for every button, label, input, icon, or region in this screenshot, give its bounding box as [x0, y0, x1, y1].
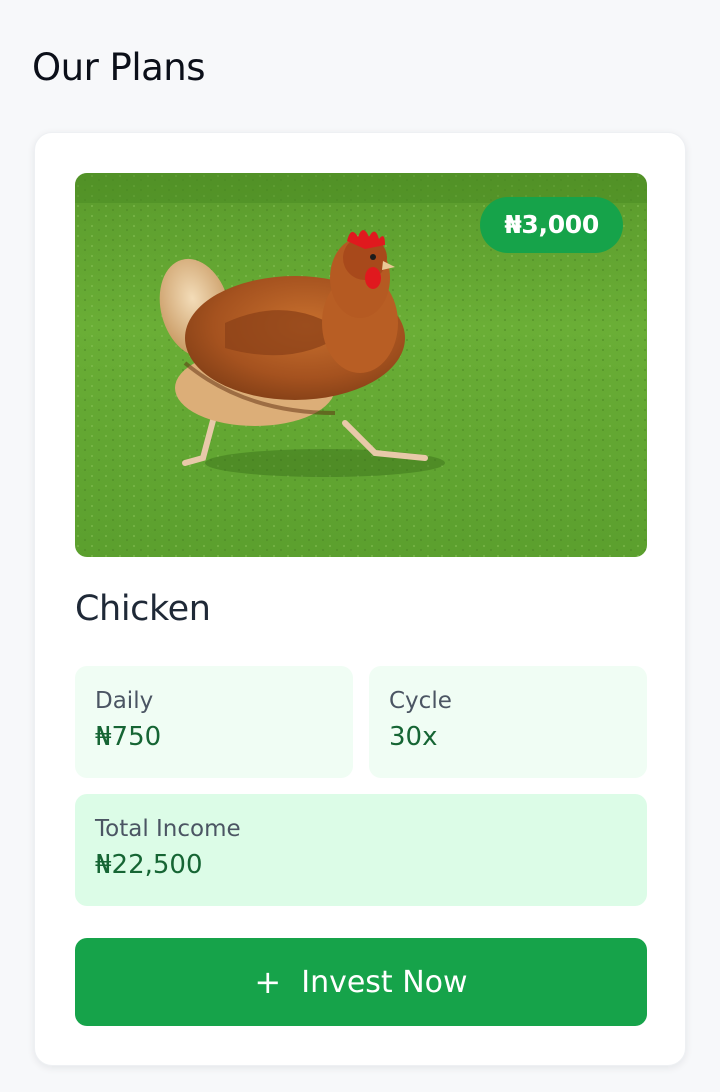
cycle-stat: Cycle 30x	[369, 666, 647, 778]
plan-card: ₦3,000 Chicken Daily ₦750 Cycle 30x Tota…	[34, 132, 686, 1066]
price-badge: ₦3,000	[480, 197, 623, 253]
total-income-label: Total Income	[95, 816, 241, 842]
cycle-label: Cycle	[389, 688, 452, 714]
plan-name: Chicken	[75, 589, 211, 629]
daily-stat: Daily ₦750	[75, 666, 353, 778]
invest-now-button[interactable]: + Invest Now	[75, 938, 647, 1026]
daily-label: Daily	[95, 688, 154, 714]
invest-now-label: Invest Now	[301, 964, 468, 1000]
daily-value: ₦750	[95, 722, 162, 752]
page-title: Our Plans	[32, 46, 206, 89]
total-income-value: ₦22,500	[95, 850, 203, 880]
plus-icon: +	[254, 963, 282, 1001]
plans-page: Our Plans ₦3,000 Chicken Daily ₦750 Cycl…	[0, 0, 720, 1092]
total-income-stat: Total Income ₦22,500	[75, 794, 647, 906]
cycle-value: 30x	[389, 722, 438, 752]
plan-image: ₦3,000	[75, 173, 647, 557]
